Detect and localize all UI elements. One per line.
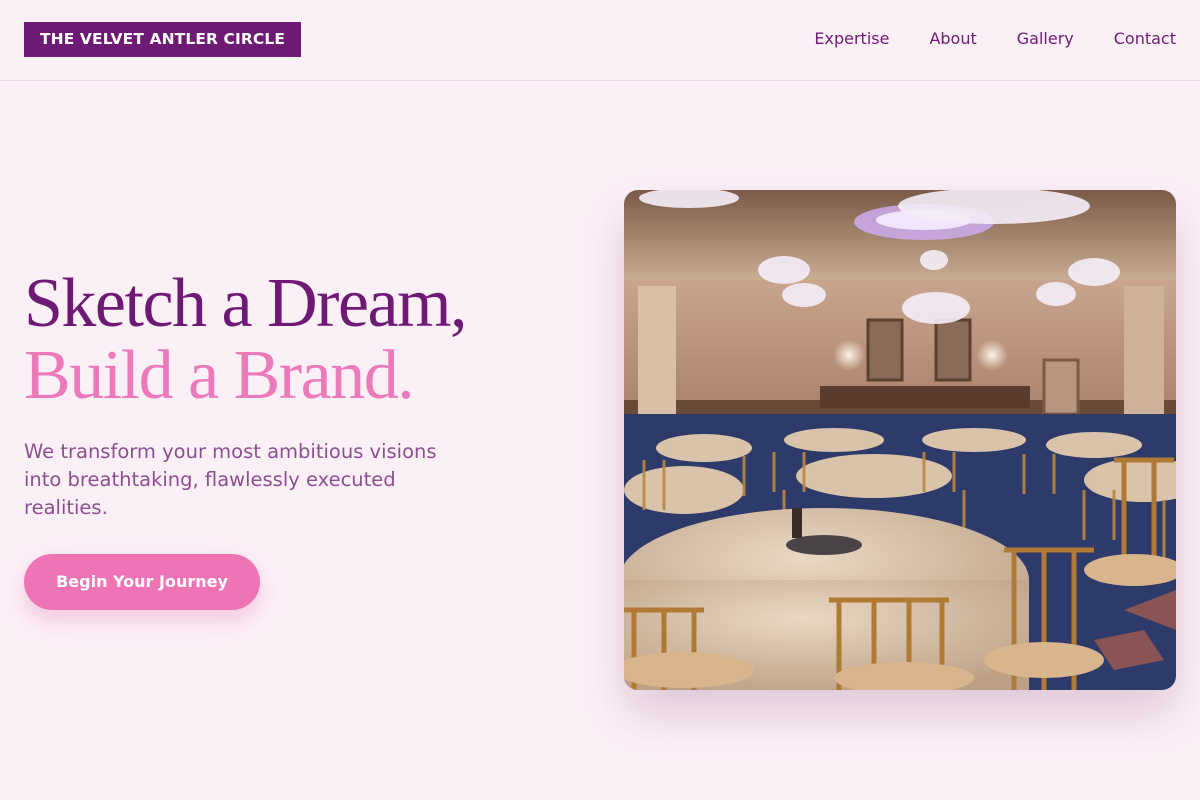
nav-link-expertise[interactable]: Expertise (814, 28, 889, 50)
nav-link-gallery[interactable]: Gallery (1017, 28, 1074, 50)
hero-subtitle: We transform your most ambitious visions… (24, 440, 437, 519)
nav-link-about[interactable]: About (929, 28, 976, 50)
hero-title-line1: Sketch a Dream, (24, 265, 468, 342)
hero-ballroom-image (624, 190, 1176, 690)
hero-title-line2: Build a Brand. (24, 337, 415, 414)
begin-journey-button[interactable]: Begin Your Journey (24, 554, 260, 610)
nav-link-contact[interactable]: Contact (1114, 28, 1176, 50)
site-header: THE VELVET ANTLER CIRCLE Expertise About… (0, 0, 1200, 81)
hero-title: Sketch a Dream, Build a Brand. (24, 268, 584, 412)
main-nav: Expertise About Gallery Contact (814, 28, 1176, 50)
logo[interactable]: THE VELVET ANTLER CIRCLE (24, 22, 302, 57)
